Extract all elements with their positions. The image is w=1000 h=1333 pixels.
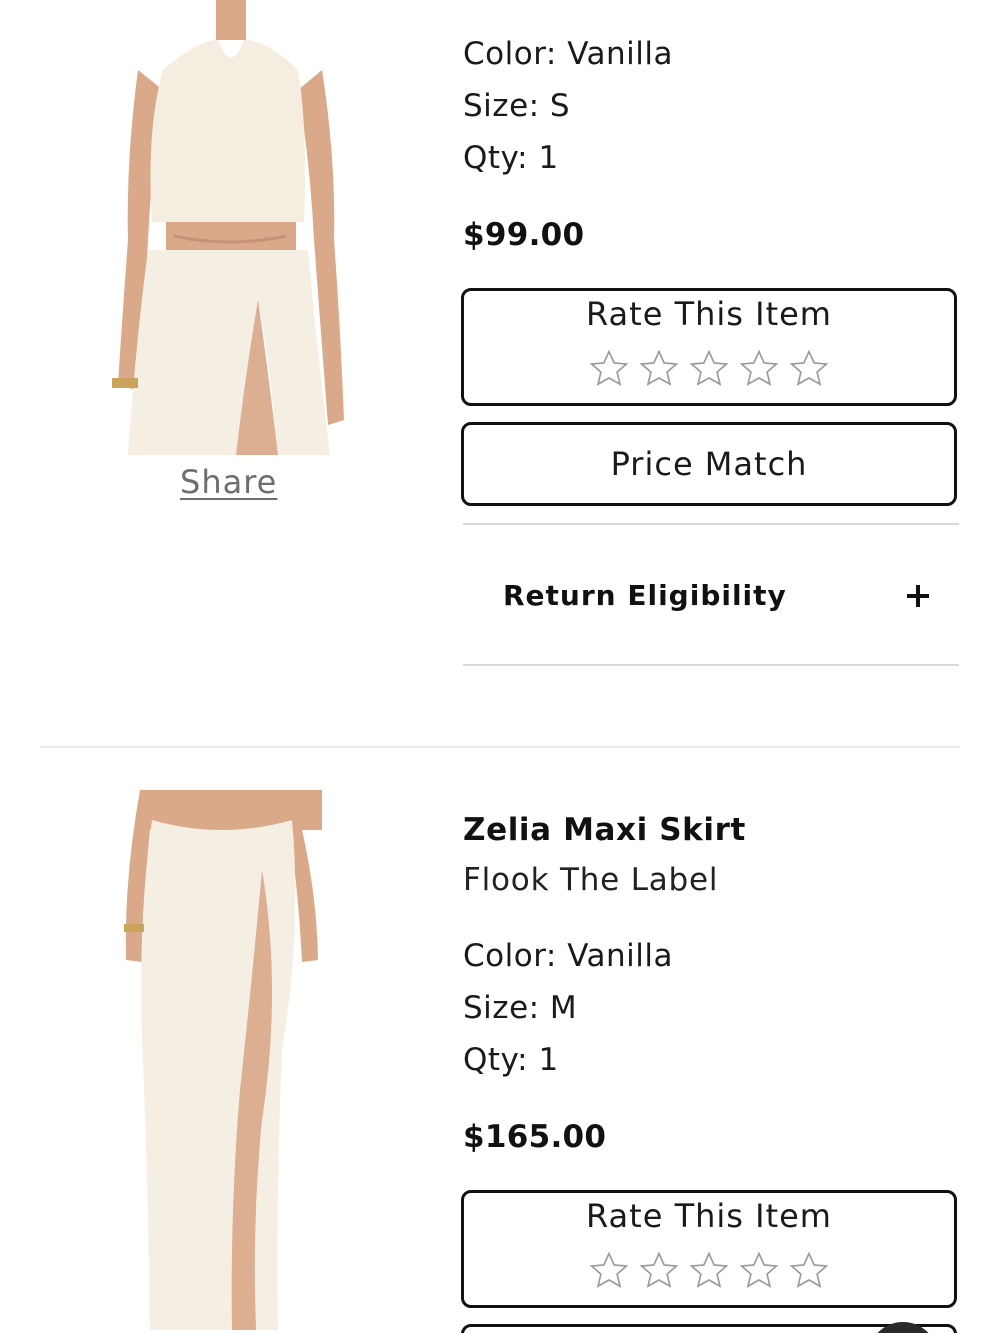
star-icon[interactable] xyxy=(637,1249,681,1293)
star-icon[interactable] xyxy=(587,1249,631,1293)
item-1-color: Color: Vanilla xyxy=(463,36,673,72)
product-image-item-2[interactable] xyxy=(112,790,334,1333)
item-2-size: Size: M xyxy=(463,990,578,1026)
plus-icon[interactable] xyxy=(907,585,929,607)
star-icon[interactable] xyxy=(687,1249,731,1293)
star-icon[interactable] xyxy=(737,1249,781,1293)
price-match-label: Price Match xyxy=(610,445,808,483)
divider xyxy=(463,664,959,666)
star-icon[interactable] xyxy=(687,347,731,391)
item-2-color: Color: Vanilla xyxy=(463,938,673,974)
product-image-item-1[interactable] xyxy=(108,0,353,462)
rate-item-label: Rate This Item xyxy=(586,295,832,333)
star-rating-1 xyxy=(464,347,954,391)
star-rating-2 xyxy=(464,1249,954,1293)
order-details-page: Share Color: Vanilla Size: S Qty: 1 $99.… xyxy=(0,0,1000,1333)
item-1-qty: Qty: 1 xyxy=(463,140,559,176)
star-icon[interactable] xyxy=(737,347,781,391)
item-2-brand[interactable]: Flook The Label xyxy=(463,862,718,898)
share-link[interactable]: Share xyxy=(180,463,277,501)
price-match-button[interactable]: Price Match xyxy=(461,422,957,506)
return-eligibility-accordion[interactable]: Return Eligibility xyxy=(463,525,959,665)
star-icon[interactable] xyxy=(787,1249,831,1293)
star-icon[interactable] xyxy=(637,347,681,391)
rate-item-label: Rate This Item xyxy=(586,1197,832,1235)
item-2-name[interactable]: Zelia Maxi Skirt xyxy=(463,812,746,848)
item-1-price: $99.00 xyxy=(463,217,585,253)
star-icon[interactable] xyxy=(587,347,631,391)
rate-item-box-2[interactable]: Rate This Item xyxy=(461,1190,957,1308)
item-2-qty: Qty: 1 xyxy=(463,1042,559,1078)
item-separator xyxy=(40,746,960,748)
star-icon[interactable] xyxy=(787,347,831,391)
item-1-size: Size: S xyxy=(463,88,571,124)
return-eligibility-label: Return Eligibility xyxy=(503,579,787,612)
item-2-price: $165.00 xyxy=(463,1119,607,1155)
rate-item-box-1[interactable]: Rate This Item xyxy=(461,288,957,406)
